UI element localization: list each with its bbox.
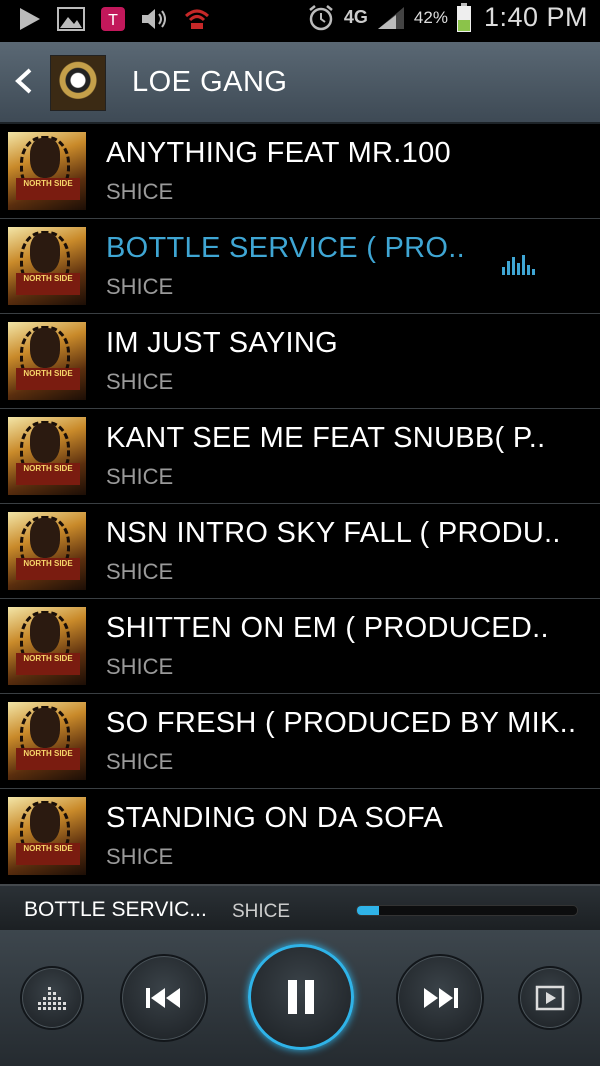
svg-text:T: T	[108, 12, 118, 29]
pause-icon	[288, 980, 314, 1014]
equalizer-icon	[38, 987, 66, 1010]
track-artwork: NORTH SIDE	[8, 512, 86, 590]
clock: 1:40 PM	[483, 2, 588, 32]
track-artwork: NORTH SIDE	[8, 607, 86, 685]
now-playing-title: BOTTLE SERVIC...	[24, 898, 207, 921]
progress-bar[interactable]	[356, 905, 578, 916]
now-playing-artist: SHICE	[232, 901, 291, 922]
hotspot-icon	[182, 4, 212, 34]
track-list[interactable]: NORTH SIDE ANYTHING FEAT MR.100 SHICE NO…	[0, 124, 600, 882]
previous-icon	[146, 988, 180, 1008]
track-title: SO FRESH ( PRODUCED BY MIK..	[106, 707, 577, 739]
mini-player[interactable]: BOTTLE SERVIC... SHICE	[0, 884, 600, 932]
track-artist: SHICE	[106, 274, 174, 299]
track-title: ANYTHING FEAT MR.100	[106, 137, 451, 169]
track-artwork: NORTH SIDE	[8, 797, 86, 875]
track-title: BOTTLE SERVICE ( PRO..	[106, 232, 465, 264]
track-artwork: NORTH SIDE	[8, 417, 86, 495]
track-title: STANDING ON DA SOFA	[106, 802, 444, 834]
playback-controls	[0, 930, 600, 1066]
track-artist: SHICE	[106, 179, 174, 204]
play-notification-icon	[14, 4, 44, 34]
app-header: LOE GANG	[0, 42, 600, 124]
track-row[interactable]: NORTH SIDE STANDING ON DA SOFA SHICE	[0, 789, 600, 882]
equalizer-button[interactable]	[20, 966, 84, 1030]
volume-icon	[140, 4, 170, 34]
album-art	[50, 55, 106, 111]
progress-fill	[357, 906, 379, 915]
previous-button[interactable]	[120, 954, 208, 1042]
track-title: KANT SEE ME FEAT SNUBB( P..	[106, 422, 546, 454]
next-button[interactable]	[396, 954, 484, 1042]
track-title: NSN INTRO SKY FALL ( PRODU..	[106, 517, 561, 549]
tmobile-icon: T	[98, 4, 128, 34]
network-type-label: 4G	[343, 7, 368, 27]
track-artwork: NORTH SIDE	[8, 227, 86, 305]
track-row[interactable]: NORTH SIDE SO FRESH ( PRODUCED BY MIK.. …	[0, 694, 600, 789]
track-row[interactable]: NORTH SIDE ANYTHING FEAT MR.100 SHICE	[0, 124, 600, 219]
track-artist: SHICE	[106, 749, 174, 774]
playlist-play-icon	[535, 985, 565, 1011]
signal-icon	[376, 3, 406, 33]
track-title: SHITTEN ON EM ( PRODUCED..	[106, 612, 549, 644]
gallery-icon	[56, 4, 86, 34]
track-artist: SHICE	[106, 844, 174, 869]
track-row[interactable]: NORTH SIDE SHITTEN ON EM ( PRODUCED.. SH…	[0, 599, 600, 694]
track-artwork: NORTH SIDE	[8, 322, 86, 400]
track-artist: SHICE	[106, 464, 174, 489]
page-title: LOE GANG	[132, 66, 288, 98]
track-title: IM JUST SAYING	[106, 327, 338, 359]
alarm-icon	[306, 3, 336, 33]
track-row[interactable]: NORTH SIDE BOTTLE SERVICE ( PRO.. SHICE	[0, 219, 600, 314]
track-artist: SHICE	[106, 559, 174, 584]
track-row[interactable]: NORTH SIDE NSN INTRO SKY FALL ( PRODU.. …	[0, 504, 600, 599]
battery-percent: 42%	[413, 7, 448, 27]
track-row[interactable]: NORTH SIDE IM JUST SAYING SHICE	[0, 314, 600, 409]
battery-icon	[456, 2, 472, 33]
now-playing-equalizer-icon	[502, 253, 538, 275]
playlist-button[interactable]	[518, 966, 582, 1030]
track-row[interactable]: NORTH SIDE KANT SEE ME FEAT SNUBB( P.. S…	[0, 409, 600, 504]
track-artwork: NORTH SIDE	[8, 132, 86, 210]
status-bar: T 4G 42% 1:40 PM	[0, 0, 600, 42]
track-artist: SHICE	[106, 654, 174, 679]
track-artist: SHICE	[106, 369, 174, 394]
track-artwork: NORTH SIDE	[8, 702, 86, 780]
pause-button[interactable]	[248, 944, 354, 1050]
next-icon	[424, 988, 458, 1008]
back-icon[interactable]	[12, 64, 36, 98]
